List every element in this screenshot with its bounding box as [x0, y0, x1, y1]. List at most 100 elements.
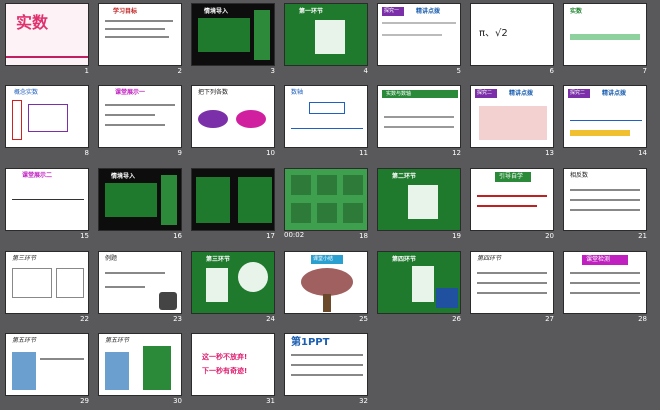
slide-thumbnail-31[interactable]: 这一秒不放弃! 下一秒有奇迹! 31: [191, 333, 275, 405]
slide-title: 第四环节: [477, 255, 502, 262]
slide-title: 第1PPT: [291, 337, 330, 348]
slide-thumbnail-14[interactable]: 探究二 精讲点拨 14: [563, 85, 647, 157]
slide-number: 4: [363, 67, 368, 75]
slide-title: 第二环节: [392, 173, 417, 180]
slide-number: 23: [173, 315, 182, 323]
slide-thumbnail-8[interactable]: 概念实数 8: [5, 85, 89, 157]
slide-title: 实数: [570, 8, 583, 15]
slide-thumbnail-12[interactable]: 实数与数轴 12: [377, 85, 461, 157]
slide-thumbnail-20[interactable]: 引导自学 20: [470, 168, 554, 240]
slide-number: 29: [80, 397, 89, 405]
slide-number: 3: [270, 67, 275, 75]
slide-tag: 精讲点拨: [602, 90, 627, 97]
slide-thumbnail-29[interactable]: 第五环节 29: [5, 333, 89, 405]
slide-thumbnail-2[interactable]: 学习目标 2: [98, 3, 182, 75]
slide-thumbnail-4[interactable]: 第一环节 4: [284, 3, 368, 75]
slide-title: 把下列各数: [198, 89, 229, 96]
slide-title: 探究二: [477, 90, 493, 96]
slide-line-2: 下一秒有奇迹!: [202, 367, 248, 375]
slide-title: 学习目标: [113, 8, 138, 15]
slide-title: 探究二: [570, 90, 586, 96]
slide-title: 例题: [105, 255, 118, 262]
slide-thumbnail-3[interactable]: 情境导入 3: [191, 3, 275, 75]
slide-thumbnail-28[interactable]: 课堂检测 28: [563, 251, 647, 323]
slide-title: 课堂小结: [313, 256, 334, 262]
slide-thumbnail-11[interactable]: 数轴 11: [284, 85, 368, 157]
slide-thumbnail-32[interactable]: 第1PPT 32: [284, 333, 368, 405]
slide-number: 15: [80, 232, 89, 240]
slide-thumbnail-16[interactable]: 情境导入 16: [98, 168, 182, 240]
slide-thumbnail-9[interactable]: 课堂展示一 9: [98, 85, 182, 157]
slide-thumbnail-1[interactable]: 实数 1: [5, 3, 89, 75]
slide-number: 6: [549, 67, 554, 75]
slide-thumbnail-7[interactable]: 实数 7: [563, 3, 647, 75]
slide-number: 14: [638, 149, 647, 157]
slide-thumbnail-17[interactable]: 17: [191, 168, 275, 240]
slide-thumbnail-13[interactable]: 探究二 精讲点拨 13: [470, 85, 554, 157]
slide-title: 相反数: [570, 172, 589, 179]
slide-number: 16: [173, 232, 182, 240]
slide-title: 课堂检测: [586, 256, 611, 263]
slide-timer: 00:02: [284, 231, 305, 239]
slide-number: 26: [452, 315, 461, 323]
slide-number: 5: [456, 67, 461, 75]
slide-title: 第四环节: [392, 256, 417, 263]
slide-sorter-grid: 实数 1 学习目标 2 情境导入 3 第一环节 4 探究一 精讲点拨 5 π、√…: [0, 0, 660, 410]
slide-number: 20: [545, 232, 554, 240]
slide-number: 12: [452, 149, 461, 157]
slide-number: 27: [545, 315, 554, 323]
slide-title: 第一环节: [299, 8, 324, 15]
slide-thumbnail-25[interactable]: 课堂小结 25: [284, 251, 368, 323]
slide-thumbnail-24[interactable]: 第三环节 24: [191, 251, 275, 323]
slide-title: 引导自学: [499, 173, 524, 180]
slide-title: 第三环节: [206, 256, 231, 263]
slide-number: 1: [84, 67, 89, 75]
slide-number: 32: [359, 397, 368, 405]
slide-title: 数轴: [291, 89, 304, 96]
slide-thumbnail-15[interactable]: 课堂展示二 15: [5, 168, 89, 240]
slide-tag: 精讲点拨: [509, 90, 534, 97]
slide-number: 7: [642, 67, 647, 75]
slide-title: 情境导入: [111, 173, 136, 180]
slide-thumbnail-27[interactable]: 第四环节 27: [470, 251, 554, 323]
slide-title: 第五环节: [105, 337, 130, 344]
slide-number: 28: [638, 315, 647, 323]
slide-title: 课堂展示一: [115, 89, 146, 96]
slide-title: 课堂展示二: [22, 172, 53, 179]
slide-title: 探究一: [384, 8, 400, 14]
slide-title: 情境导入: [204, 8, 229, 15]
slide-number: 19: [452, 232, 461, 240]
slide-number: 13: [545, 149, 554, 157]
slide-number: 22: [80, 315, 89, 323]
slide-thumbnail-10[interactable]: 把下列各数 10: [191, 85, 275, 157]
slide-thumbnail-26[interactable]: 第四环节 26: [377, 251, 461, 323]
slide-number: 11: [359, 149, 368, 157]
slide-title: π、√2: [479, 28, 508, 39]
slide-thumbnail-5[interactable]: 探究一 精讲点拨 5: [377, 3, 461, 75]
slide-thumbnail-6[interactable]: π、√2 6: [470, 3, 554, 75]
slide-number: 30: [173, 397, 182, 405]
slide-title: 概念实数: [14, 89, 39, 96]
slide-thumbnail-19[interactable]: 第二环节 19: [377, 168, 461, 240]
slide-thumbnail-21[interactable]: 相反数 21: [563, 168, 647, 240]
slide-number: 24: [266, 315, 275, 323]
slide-title: 第三环节: [12, 255, 37, 262]
slide-title: 实数与数轴: [386, 91, 412, 97]
slide-number: 17: [266, 232, 275, 240]
slide-tag: 精讲点拨: [416, 8, 441, 15]
slide-title: 第五环节: [12, 337, 37, 344]
slide-line-1: 这一秒不放弃!: [202, 353, 248, 361]
slide-number: 21: [638, 232, 647, 240]
slide-thumbnail-18[interactable]: 00:02 18: [284, 168, 368, 240]
slide-number: 25: [359, 315, 368, 323]
slide-thumbnail-22[interactable]: 第三环节 22: [5, 251, 89, 323]
slide-number: 2: [177, 67, 182, 75]
slide-number: 10: [266, 149, 275, 157]
slide-title: 实数: [16, 13, 49, 32]
slide-number: 9: [177, 149, 182, 157]
slide-number: 31: [266, 397, 275, 405]
slide-number: 8: [84, 149, 89, 157]
slide-number: 18: [359, 232, 368, 240]
slide-thumbnail-30[interactable]: 第五环节 30: [98, 333, 182, 405]
slide-thumbnail-23[interactable]: 例题 23: [98, 251, 182, 323]
